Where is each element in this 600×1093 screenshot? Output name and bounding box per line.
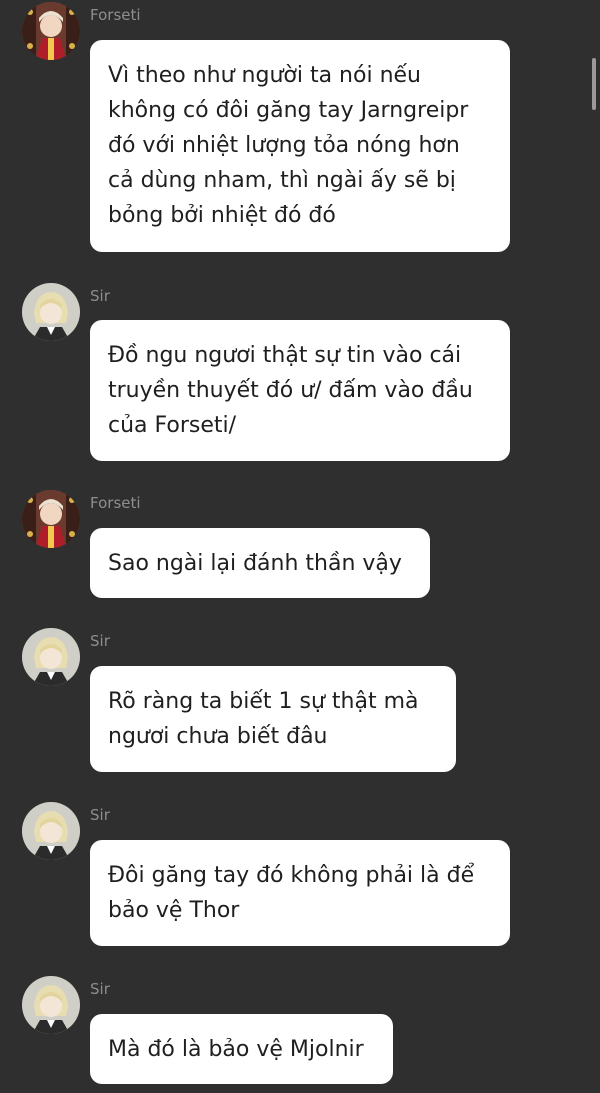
sir-avatar-icon[interactable] — [22, 802, 80, 860]
message-bubble[interactable]: Rõ ràng ta biết 1 sự thật mà ngươi chưa … — [90, 666, 456, 772]
chat-thread[interactable]: Forseti Vì theo như người ta nói nếu khô… — [0, 0, 600, 1093]
sir-avatar-icon[interactable] — [22, 283, 80, 341]
sender-name: Sir — [90, 806, 110, 824]
message-bubble[interactable]: Mà đó là bảo vệ Mjolnir — [90, 1014, 393, 1084]
message-bubble[interactable]: Sao ngài lại đánh thần vậy — [90, 528, 430, 598]
sir-avatar-icon[interactable] — [22, 976, 80, 1034]
message-bubble[interactable]: Đôi găng tay đó không phải là để bảo vệ … — [90, 840, 510, 946]
sender-name: Sir — [90, 287, 110, 305]
forseti-avatar-icon[interactable] — [22, 2, 80, 60]
sender-name: Sir — [90, 980, 110, 998]
message-bubble[interactable]: Đồ ngu ngươi thật sự tin vào cái truyền … — [90, 320, 510, 461]
forseti-avatar-icon[interactable] — [22, 490, 80, 548]
message-bubble[interactable]: Vì theo như người ta nói nếu không có đô… — [90, 40, 510, 252]
sender-name: Forseti — [90, 6, 141, 24]
sender-name: Forseti — [90, 494, 141, 512]
sir-avatar-icon[interactable] — [22, 628, 80, 686]
sender-name: Sir — [90, 632, 110, 650]
scrollbar[interactable] — [592, 58, 596, 110]
